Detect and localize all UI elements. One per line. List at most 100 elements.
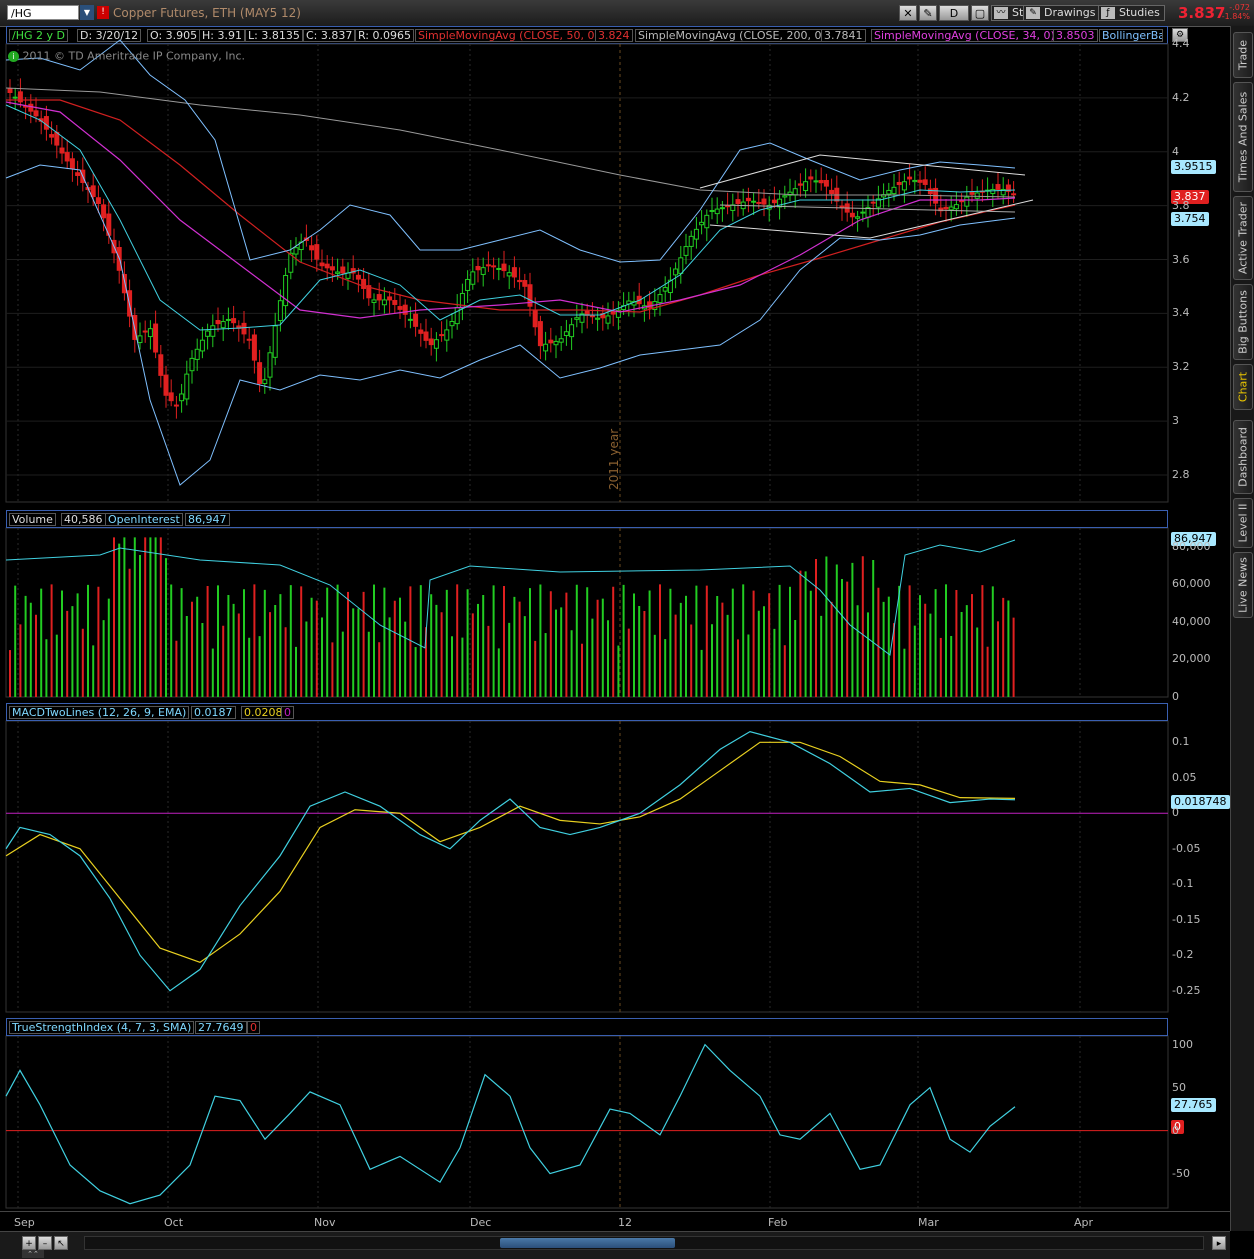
thinkorswim-chart-window: /HG ▼ ! Copper Futures, ETH (MAY5 12) ✕ … [0, 0, 1254, 1259]
sma34-line [5, 101, 1016, 319]
candle-body [501, 263, 507, 272]
macd-label[interactable]: MACDTwoLines (12, 26, 9, EMA) [9, 706, 190, 719]
candle-body [309, 245, 315, 251]
candle-body [413, 313, 419, 327]
candle-body [267, 352, 273, 378]
trendline-upper [699, 154, 1026, 189]
candle-body [173, 404, 179, 407]
candle-body [402, 304, 408, 315]
y-tick-label: -50 [1172, 1166, 1190, 1180]
candle-body [283, 274, 289, 307]
volume-study-header: Volume 40,586 OpenInterest 86,947 [6, 510, 1168, 528]
zoom-in-icon[interactable]: + [22, 1236, 36, 1250]
candle-body [371, 299, 377, 303]
y-tick-label: -0.1 [1172, 877, 1194, 891]
candle-body [699, 221, 705, 226]
open-interest-label[interactable]: OpenInterest [105, 513, 183, 526]
candle-body [449, 320, 455, 327]
candle-body [257, 362, 263, 384]
macd-panel-frame [5, 720, 1169, 1013]
candle-body [397, 306, 403, 310]
candle-body [90, 185, 96, 197]
y-tick-label: -0.25 [1172, 983, 1201, 997]
candle-body [558, 338, 564, 343]
candle-body [725, 205, 731, 208]
candle-body [959, 200, 965, 203]
candle-body [693, 228, 699, 240]
zoom-out-icon[interactable]: – [38, 1236, 52, 1250]
candle-body [969, 191, 975, 195]
collapse-icon[interactable]: ⌃⌃ [22, 1250, 44, 1258]
candle-body [548, 339, 554, 344]
candle-body [589, 314, 595, 318]
candle-body [532, 309, 538, 328]
candle-body [990, 188, 996, 194]
candle-body [314, 244, 320, 260]
tab-live-news[interactable]: Live News [1233, 552, 1253, 618]
candle-body [678, 257, 684, 274]
candle-body [927, 188, 933, 195]
candle-body [657, 294, 663, 304]
copyright-text: 2011 © TD Ameritrade IP Company, Inc. [22, 49, 246, 63]
tab-active-trader[interactable]: Active Trader [1233, 196, 1253, 280]
candle-body [849, 212, 855, 218]
tab-times-and-sales[interactable]: Times And Sales [1233, 82, 1253, 192]
time-scrollbar[interactable] [84, 1236, 1204, 1250]
candle-body [418, 329, 424, 334]
candle-body [714, 208, 720, 215]
candle-body [480, 267, 486, 275]
y-tick-label: 20,000 [1172, 652, 1211, 666]
candle-body [324, 263, 330, 269]
candle-body [153, 323, 159, 353]
y-tick-label: 50 [1172, 1080, 1186, 1094]
candle-body [361, 278, 367, 289]
candle-body [491, 265, 497, 268]
tsi-label[interactable]: TrueStrengthIndex (4, 7, 3, SMA) [9, 1021, 195, 1034]
candle-body [465, 278, 471, 291]
candle-body [199, 339, 205, 352]
candle-body [813, 180, 819, 183]
pointer-icon[interactable]: ↖ [54, 1236, 68, 1250]
tab-trade[interactable]: Trade [1233, 32, 1253, 78]
candle-body [553, 340, 559, 346]
candle-body [444, 329, 450, 341]
tab-level-ii[interactable]: Level II [1233, 498, 1253, 548]
candle-body [59, 147, 65, 154]
candle-body [392, 299, 398, 305]
scrollbar-thumb[interactable] [500, 1238, 675, 1248]
candle-body [137, 335, 143, 344]
candle-body [43, 116, 49, 130]
tab-chart[interactable]: Chart [1233, 364, 1253, 410]
candle-body [184, 373, 190, 400]
candle-body [376, 294, 382, 301]
candle-body [12, 96, 18, 99]
y-tick-label: 4 [1172, 144, 1179, 158]
candle-body [574, 317, 580, 320]
open-interest-value: 86,947 [185, 513, 230, 526]
y-tick-label: 40,000 [1172, 614, 1211, 628]
candle-body [475, 265, 481, 271]
y-tick-label: 3.2 [1172, 360, 1190, 374]
tab-big-buttons-label: Big Buttons [1236, 290, 1250, 354]
bollinger-mid-line [5, 104, 1016, 331]
candle-body [829, 189, 835, 195]
candle-body [220, 321, 226, 329]
time-axis[interactable]: Sep Oct Nov Dec 12 Feb Mar Apr [0, 1211, 1230, 1232]
y-tick-label: 100 [1172, 1037, 1193, 1051]
tab-dashboard-label: Dashboard [1236, 427, 1250, 487]
candle-body [756, 201, 762, 204]
candle-body [95, 197, 101, 204]
expand-icon[interactable]: ▸ [1212, 1236, 1226, 1250]
candle-body [688, 235, 694, 247]
volume-label[interactable]: Volume [9, 513, 56, 526]
tab-dashboard[interactable]: Dashboard [1233, 420, 1253, 494]
candle-body [823, 179, 829, 187]
volume-value: 40,586 [61, 513, 106, 526]
candle-body [142, 330, 148, 333]
candle-body [246, 338, 252, 341]
candle-body [215, 320, 221, 325]
candle-body [735, 199, 741, 204]
x-label-nov: Nov [314, 1216, 336, 1229]
tab-big-buttons[interactable]: Big Buttons [1233, 284, 1253, 360]
candle-body [917, 179, 923, 183]
